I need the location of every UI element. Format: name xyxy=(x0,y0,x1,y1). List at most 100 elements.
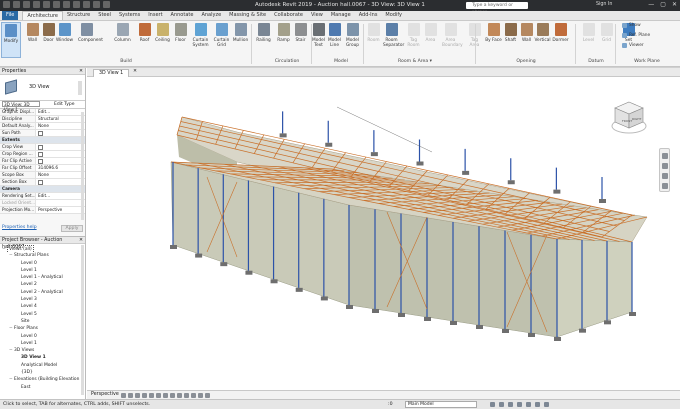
shaft-button[interactable]: Shaft xyxy=(502,22,519,58)
tree-item[interactable]: Level 4 xyxy=(0,303,84,310)
crop-region-icon[interactable] xyxy=(163,393,168,398)
vertical-button[interactable]: Vertical xyxy=(534,22,551,58)
tree-item[interactable]: East xyxy=(0,384,84,391)
wall-button[interactable]: Wall xyxy=(24,22,41,58)
sun-path-icon[interactable] xyxy=(135,393,140,398)
tab-modify[interactable]: Modify xyxy=(381,11,406,20)
property-value[interactable] xyxy=(36,158,85,164)
visual-style-icon[interactable] xyxy=(128,393,133,398)
ceiling-button[interactable]: Ceiling xyxy=(154,22,171,58)
property-value[interactable]: Edit... xyxy=(36,109,85,115)
edit-type-button[interactable]: Edit Type xyxy=(54,101,74,109)
render-icon[interactable] xyxy=(149,393,154,398)
design-option-select[interactable]: Main Model xyxy=(405,401,477,408)
tree-item[interactable]: Analytical Model xyxy=(0,362,84,369)
tab-architecture[interactable]: Architecture xyxy=(22,11,63,20)
room-separator-button[interactable]: Room Separator xyxy=(383,22,404,58)
select-pinned-icon[interactable] xyxy=(517,402,522,407)
steering-wheel-icon[interactable] xyxy=(661,153,668,159)
property-value[interactable]: Structural xyxy=(36,116,85,122)
tree-item[interactable]: Level 2 - Analytical xyxy=(0,289,84,296)
tab-insert[interactable]: Insert xyxy=(144,11,166,20)
property-value[interactable] xyxy=(36,130,85,136)
drawing-area[interactable] xyxy=(87,77,680,390)
select-by-face-icon[interactable] xyxy=(526,402,531,407)
show-button[interactable]: Show xyxy=(622,23,641,28)
tree-item[interactable]: − Views (all) xyxy=(0,245,84,253)
property-value[interactable] xyxy=(36,200,85,206)
worksharing-icon[interactable] xyxy=(191,393,196,398)
minimize-icon[interactable]: — xyxy=(648,1,654,8)
close-icon[interactable]: ✕ xyxy=(79,68,83,75)
type-scroll-icon[interactable] xyxy=(78,81,82,95)
tree-item[interactable]: Level 1 xyxy=(0,340,84,347)
wall-button[interactable]: Wall xyxy=(518,22,535,58)
drag-elements-icon[interactable] xyxy=(535,402,540,407)
property-value[interactable] xyxy=(36,144,85,150)
tree-item[interactable]: −Floor Plans xyxy=(0,325,84,332)
railing-button[interactable]: Railing xyxy=(255,22,272,58)
reveal-hidden-icon[interactable] xyxy=(184,393,189,398)
close-icon[interactable]: ✕ xyxy=(79,237,83,244)
browser-scrollbar[interactable] xyxy=(81,245,84,395)
property-checkbox[interactable] xyxy=(38,152,43,157)
hide-isolate-icon[interactable] xyxy=(177,393,182,398)
window-button[interactable]: Window xyxy=(56,22,73,58)
property-checkbox[interactable] xyxy=(38,145,43,150)
ref-plane-button[interactable]: Ref. Plane xyxy=(622,33,650,38)
type-selector[interactable]: 3D View xyxy=(0,75,85,101)
tree-item[interactable]: Level 1 xyxy=(0,267,84,274)
zoom-icon[interactable] xyxy=(661,163,668,169)
orbit-icon[interactable] xyxy=(661,183,668,189)
tab-steel[interactable]: Steel xyxy=(94,11,115,20)
tab-analyze[interactable]: Analyze xyxy=(197,11,225,20)
apply-button[interactable]: Apply xyxy=(61,225,83,232)
tree-item[interactable]: {3D} xyxy=(0,369,84,376)
analytical-model-icon[interactable] xyxy=(198,393,203,398)
tab-manage[interactable]: Manage xyxy=(327,11,355,20)
stair-button[interactable]: Stair xyxy=(292,22,309,58)
property-checkbox[interactable] xyxy=(38,131,43,136)
model-line-button[interactable]: Model Line xyxy=(326,22,343,58)
room-button[interactable]: Room xyxy=(365,22,382,58)
property-value[interactable]: None xyxy=(36,123,85,129)
curtain-grid-button[interactable]: Curtain Grid xyxy=(213,22,230,58)
tree-item[interactable]: −Elevations (Building Elevation xyxy=(0,376,84,383)
editable-only-icon[interactable] xyxy=(490,402,495,407)
tree-item[interactable]: −Structural Plans xyxy=(0,252,84,259)
lock-icon[interactable] xyxy=(170,393,175,398)
zoom-extents-icon[interactable] xyxy=(661,173,668,179)
column-button[interactable]: Column xyxy=(114,22,131,58)
grid-button[interactable]: Grid xyxy=(598,22,615,58)
tree-item[interactable]: 3D View 1 xyxy=(0,354,84,361)
close-icon[interactable]: ✕ xyxy=(133,69,137,74)
properties-scrollbar[interactable] xyxy=(81,112,84,220)
detail-level-icon[interactable] xyxy=(121,393,126,398)
roof-button[interactable]: Roof xyxy=(136,22,153,58)
property-checkbox[interactable] xyxy=(38,159,43,164)
maximize-icon[interactable]: ▢ xyxy=(660,1,666,8)
mullion-button[interactable]: Mullion xyxy=(232,22,249,58)
property-value[interactable] xyxy=(36,151,85,157)
tab-collaborate[interactable]: Collaborate xyxy=(270,11,307,20)
tab-view[interactable]: View xyxy=(307,11,327,20)
tree-item[interactable]: −3D Views xyxy=(0,347,84,354)
tab-add-ins[interactable]: Add-Ins xyxy=(355,11,382,20)
level-button[interactable]: Level xyxy=(580,22,597,58)
projection-label[interactable]: Perspective xyxy=(91,392,119,397)
highlight-icon[interactable] xyxy=(205,393,210,398)
tree-item[interactable]: Level 0 xyxy=(0,333,84,340)
shadows-icon[interactable] xyxy=(142,393,147,398)
tree-item[interactable]: Level 1 - Analytical xyxy=(0,274,84,281)
select-underlay-icon[interactable] xyxy=(508,402,513,407)
view-selector[interactable]: 3D View: 3D View 1 xyxy=(2,101,40,112)
floor-button[interactable]: Floor xyxy=(172,22,189,58)
property-value[interactable]: Perspective xyxy=(36,207,85,213)
door-button[interactable]: Door xyxy=(40,22,57,58)
filter-icon[interactable] xyxy=(544,402,549,407)
tree-item[interactable]: Level 2 xyxy=(0,281,84,288)
model-text-button[interactable]: Model Text xyxy=(310,22,327,58)
properties-help-link[interactable]: Properties help xyxy=(2,225,37,230)
property-value[interactable]: None xyxy=(36,172,85,178)
tree-item[interactable]: Site xyxy=(0,318,84,325)
